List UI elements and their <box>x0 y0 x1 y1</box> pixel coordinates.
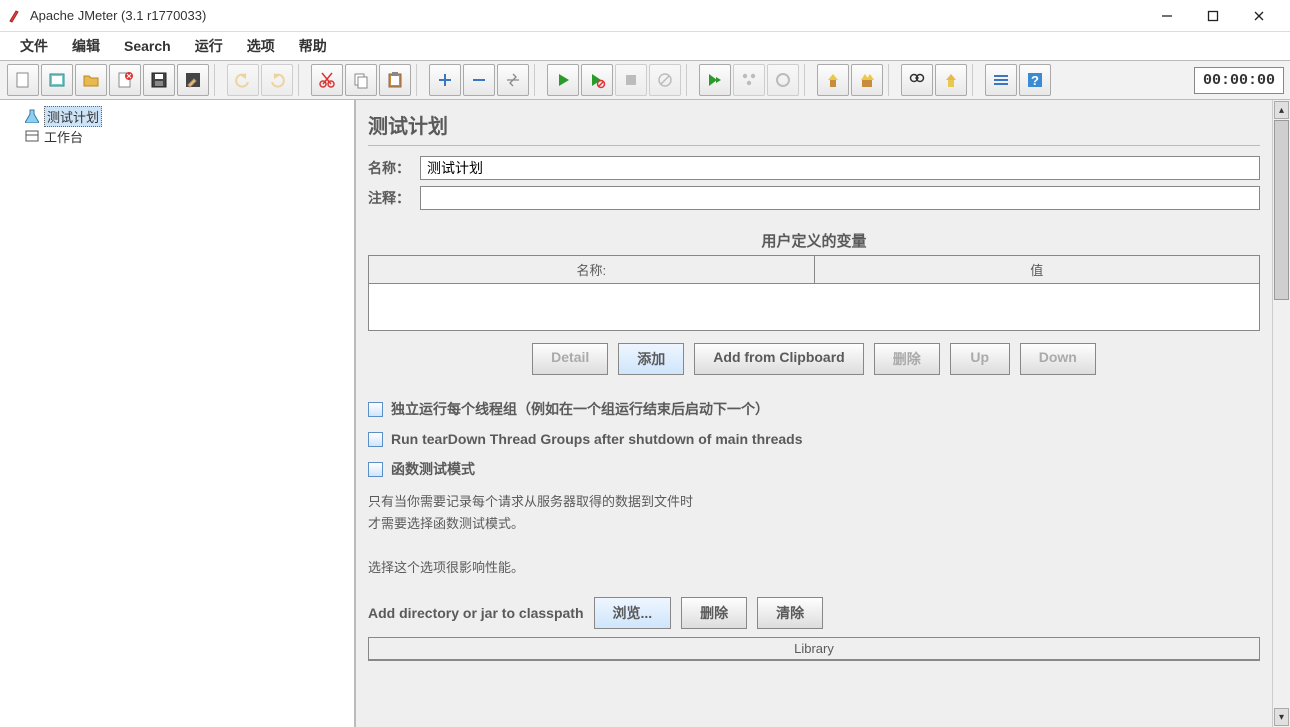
collapse-icon[interactable] <box>463 64 495 96</box>
run-serial-label: 独立运行每个线程组（例如在一个组运行结束后启动下一个） <box>391 399 769 419</box>
cp-delete-button[interactable]: 删除 <box>681 597 747 629</box>
start-remote-icon[interactable] <box>699 64 731 96</box>
vars-col-value[interactable]: 值 <box>815 256 1260 283</box>
reset-search-icon[interactable] <box>935 64 967 96</box>
clear-icon[interactable] <box>817 64 849 96</box>
maximize-button[interactable] <box>1190 3 1236 29</box>
cut-icon[interactable] <box>311 64 343 96</box>
scroll-thumb[interactable] <box>1274 120 1289 300</box>
functional-mode-label: 函数测试模式 <box>391 459 475 479</box>
toolbar: ? 00:00:00 <box>0 60 1290 100</box>
library-table: Library <box>368 637 1260 661</box>
run-serial-checkbox[interactable] <box>368 402 383 417</box>
menu-run[interactable]: 运行 <box>185 32 233 60</box>
copy-icon[interactable] <box>345 64 377 96</box>
tree-item-workbench[interactable]: 工作台 <box>4 126 350 146</box>
start-no-pause-icon[interactable] <box>581 64 613 96</box>
function-helper-icon[interactable] <box>985 64 1017 96</box>
search-tree-icon[interactable] <box>901 64 933 96</box>
add-from-clipboard-button[interactable]: Add from Clipboard <box>694 343 863 375</box>
functional-mode-checkbox[interactable] <box>368 462 383 477</box>
menu-edit[interactable]: 编辑 <box>62 32 110 60</box>
tree-item-test-plan[interactable]: 测试计划 <box>4 106 350 126</box>
timer-display: 00:00:00 <box>1194 67 1284 94</box>
open-icon[interactable] <box>75 64 107 96</box>
svg-text:?: ? <box>1031 73 1039 88</box>
vars-title: 用户定义的变量 <box>368 230 1260 251</box>
library-col-header[interactable]: Library <box>369 638 1259 660</box>
vertical-scrollbar[interactable]: ▴ ▾ <box>1272 100 1290 727</box>
save-as-icon[interactable] <box>177 64 209 96</box>
workbench-icon <box>24 128 40 144</box>
vars-table-body[interactable] <box>369 284 1259 330</box>
app-icon <box>8 9 22 23</box>
menu-search[interactable]: Search <box>114 34 181 58</box>
scroll-down-icon[interactable]: ▾ <box>1274 708 1289 726</box>
menu-help[interactable]: 帮助 <box>289 32 337 60</box>
browse-button[interactable]: 浏览... <box>594 597 672 629</box>
vars-col-name[interactable]: 名称: <box>369 256 815 283</box>
templates-icon[interactable] <box>41 64 73 96</box>
panel-title: 测试计划 <box>368 110 1260 139</box>
menubar: 文件 编辑 Search 运行 选项 帮助 <box>0 32 1290 60</box>
comment-label: 注释： <box>368 188 420 208</box>
name-label: 名称： <box>368 158 420 178</box>
menu-options[interactable]: 选项 <box>237 32 285 60</box>
down-button[interactable]: Down <box>1020 343 1096 375</box>
stop-icon[interactable] <box>615 64 647 96</box>
expand-icon[interactable] <box>429 64 461 96</box>
name-input[interactable] <box>420 156 1260 180</box>
scroll-up-icon[interactable]: ▴ <box>1274 101 1289 119</box>
delete-button[interactable]: 删除 <box>874 343 940 375</box>
help-text: 只有当你需要记录每个请求从服务器取得的数据到文件时 才需要选择函数测试模式。 选… <box>368 491 1260 579</box>
up-button[interactable]: Up <box>950 343 1010 375</box>
undo-icon[interactable] <box>227 64 259 96</box>
tree-item-label: 测试计划 <box>44 106 102 127</box>
tree-panel: 测试计划 工作台 <box>0 100 356 727</box>
paste-icon[interactable] <box>379 64 411 96</box>
titlebar: Apache JMeter (3.1 r1770033) <box>0 0 1290 32</box>
tree-item-label: 工作台 <box>44 127 83 146</box>
cp-clear-button[interactable]: 清除 <box>757 597 823 629</box>
classpath-label: Add directory or jar to classpath <box>368 605 584 621</box>
teardown-label: Run tearDown Thread Groups after shutdow… <box>391 431 802 447</box>
close-icon[interactable] <box>109 64 141 96</box>
shutdown-icon[interactable] <box>649 64 681 96</box>
add-button[interactable]: 添加 <box>618 343 684 375</box>
start-icon[interactable] <box>547 64 579 96</box>
redo-icon[interactable] <box>261 64 293 96</box>
close-button[interactable] <box>1236 3 1282 29</box>
main-panel: 测试计划 名称： 注释： 用户定义的变量 名称: 值 <box>356 100 1272 727</box>
clear-all-icon[interactable] <box>851 64 883 96</box>
remote-start-all-icon[interactable] <box>733 64 765 96</box>
teardown-checkbox[interactable] <box>368 432 383 447</box>
flask-icon <box>24 108 40 124</box>
toggle-icon[interactable] <box>497 64 529 96</box>
save-icon[interactable] <box>143 64 175 96</box>
vars-table: 名称: 值 <box>368 255 1260 331</box>
minimize-button[interactable] <box>1144 3 1190 29</box>
help-icon[interactable]: ? <box>1019 64 1051 96</box>
detail-button[interactable]: Detail <box>532 343 608 375</box>
window-title: Apache JMeter (3.1 r1770033) <box>30 8 1144 23</box>
comment-input[interactable] <box>420 186 1260 210</box>
remote-stop-all-icon[interactable] <box>767 64 799 96</box>
menu-file[interactable]: 文件 <box>10 32 58 60</box>
new-icon[interactable] <box>7 64 39 96</box>
